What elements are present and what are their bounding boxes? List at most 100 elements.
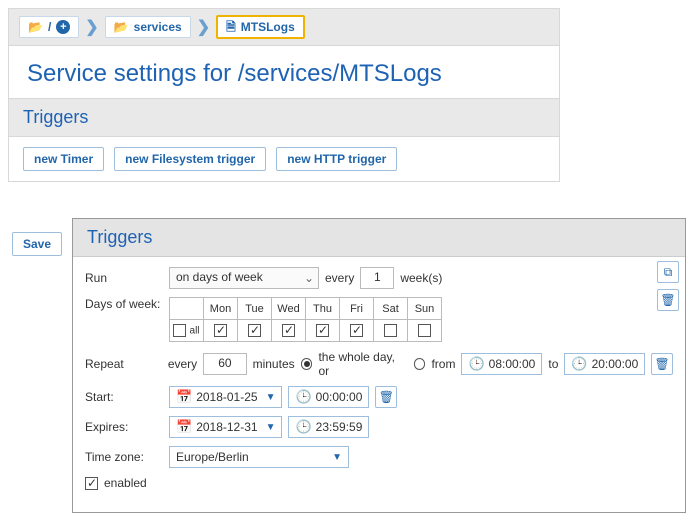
enabled-label: enabled	[104, 476, 147, 490]
breadcrumb-current[interactable]: 🗎 MTSLogs	[216, 15, 305, 39]
breadcrumb-root[interactable]: 📂 / +	[19, 16, 79, 38]
new-http-trigger-button[interactable]: new HTTP trigger	[276, 147, 397, 171]
from-time-input[interactable]: 🕒 08:00:00	[461, 353, 542, 375]
trash-icon: 🗑	[660, 293, 675, 307]
day-cell-sat[interactable]	[374, 320, 408, 342]
folder-icon: 📂	[114, 21, 129, 33]
weeks-input[interactable]: 1	[360, 267, 394, 289]
clock-icon: 🕒	[295, 389, 311, 405]
breadcrumb-services-label: services	[134, 20, 182, 34]
days-table: Mon Tue Wed Thu Fri Sat Sun all	[169, 297, 442, 342]
day-header: Tue	[238, 298, 272, 320]
day-header: Wed	[272, 298, 306, 320]
run-mode-value: on days of week	[176, 270, 263, 284]
day-cell-sun[interactable]	[408, 320, 442, 342]
chevron-down-icon: ▼	[266, 422, 276, 433]
day-checkbox[interactable]	[248, 324, 261, 337]
from-radio[interactable]	[414, 358, 426, 370]
expires-date-value: 2018-12-31	[196, 420, 257, 434]
page-title: Service settings for /services/MTSLogs	[9, 46, 559, 98]
expires-label: Expires:	[85, 420, 163, 434]
day-checkbox[interactable]	[316, 324, 329, 337]
repeat-unit-label: minutes	[253, 357, 295, 371]
start-time-input[interactable]: 🕒 00:00:00	[288, 386, 369, 408]
whole-day-label: the whole day, or	[318, 350, 407, 378]
all-checkbox[interactable]	[173, 324, 186, 337]
day-checkbox[interactable]	[384, 324, 397, 337]
day-cell-tue[interactable]	[238, 320, 272, 342]
calendar-icon: 📅	[176, 389, 192, 405]
run-label: Run	[85, 271, 163, 285]
day-checkbox[interactable]	[282, 324, 295, 337]
chevron-down-icon: ▼	[332, 452, 342, 463]
breadcrumb-root-label: /	[48, 20, 51, 34]
breadcrumb-current-label: MTSLogs	[241, 20, 295, 34]
save-button[interactable]: Save	[12, 232, 62, 256]
trash-icon: 🗑	[379, 390, 394, 404]
repeat-every-label: every	[168, 357, 197, 371]
new-timer-button[interactable]: new Timer	[23, 147, 104, 171]
to-time-input[interactable]: 🕒 20:00:00	[564, 353, 645, 375]
repeat-minutes-input[interactable]: 60	[203, 353, 246, 375]
day-header: Mon	[204, 298, 238, 320]
enabled-checkbox[interactable]	[85, 477, 98, 490]
chevron-down-icon: ⌄	[304, 271, 314, 285]
detail-header: Triggers	[73, 219, 685, 257]
start-label: Start:	[85, 390, 163, 404]
days-header-blank	[170, 298, 204, 320]
trigger-detail-panel: Triggers ⧉ 🗑 Run on days of week ⌄ every…	[72, 218, 686, 513]
clear-start-button[interactable]: 🗑	[375, 386, 397, 408]
triggers-header: Triggers	[9, 98, 559, 137]
day-header: Thu	[306, 298, 340, 320]
new-fs-trigger-button[interactable]: new Filesystem trigger	[114, 147, 266, 171]
day-cell-fri[interactable]	[340, 320, 374, 342]
settings-panel: 📂 / + ❯ 📂 services ❯ 🗎 MTSLogs Service s…	[8, 8, 560, 182]
day-header: Sat	[374, 298, 408, 320]
chevron-right-icon: ❯	[197, 17, 210, 37]
day-cell-thu[interactable]	[306, 320, 340, 342]
start-date-input[interactable]: 📅 2018-01-25 ▼	[169, 386, 282, 408]
expires-time-value: 23:59:59	[316, 420, 363, 434]
add-icon[interactable]: +	[56, 20, 70, 34]
clock-icon: 🕒	[571, 356, 587, 372]
day-checkbox[interactable]	[350, 324, 363, 337]
trigger-buttons: new Timer new Filesystem trigger new HTT…	[9, 137, 559, 181]
day-checkbox[interactable]	[214, 324, 227, 337]
weeks-suffix: week(s)	[400, 271, 442, 285]
copy-icon: ⧉	[664, 265, 673, 280]
from-time-value: 08:00:00	[489, 357, 536, 371]
repeat-label: Repeat	[85, 357, 162, 371]
run-mode-select[interactable]: on days of week ⌄	[169, 267, 319, 289]
breadcrumb: 📂 / + ❯ 📂 services ❯ 🗎 MTSLogs	[9, 9, 559, 46]
tz-select[interactable]: Europe/Berlin ▼	[169, 446, 349, 468]
tz-label: Time zone:	[85, 450, 163, 464]
tz-value: Europe/Berlin	[176, 450, 249, 464]
whole-day-radio[interactable]	[301, 358, 313, 370]
clear-repeat-button[interactable]: 🗑	[651, 353, 673, 375]
to-time-value: 20:00:00	[592, 357, 639, 371]
from-label: from	[431, 357, 455, 371]
every-label: every	[325, 271, 354, 285]
trash-icon: 🗑	[655, 357, 670, 371]
expires-time-input[interactable]: 🕒 23:59:59	[288, 416, 369, 438]
chevron-right-icon: ❯	[85, 17, 98, 37]
to-label: to	[548, 357, 558, 371]
copy-button[interactable]: ⧉	[657, 261, 679, 283]
delete-trigger-button[interactable]: 🗑	[657, 289, 679, 311]
start-time-value: 00:00:00	[316, 390, 363, 404]
start-date-value: 2018-01-25	[196, 390, 257, 404]
day-cell-mon[interactable]	[204, 320, 238, 342]
expires-date-input[interactable]: 📅 2018-12-31 ▼	[169, 416, 282, 438]
day-checkbox[interactable]	[418, 324, 431, 337]
days-label: Days of week:	[85, 297, 163, 311]
chevron-down-icon: ▼	[266, 392, 276, 403]
breadcrumb-services[interactable]: 📂 services	[105, 16, 191, 38]
calendar-icon: 📅	[176, 419, 192, 435]
clock-icon: 🕒	[295, 419, 311, 435]
day-header: Fri	[340, 298, 374, 320]
day-header: Sun	[408, 298, 442, 320]
all-cell[interactable]: all	[170, 320, 204, 342]
all-label: all	[190, 325, 200, 336]
day-cell-wed[interactable]	[272, 320, 306, 342]
clock-icon: 🕒	[468, 356, 484, 372]
